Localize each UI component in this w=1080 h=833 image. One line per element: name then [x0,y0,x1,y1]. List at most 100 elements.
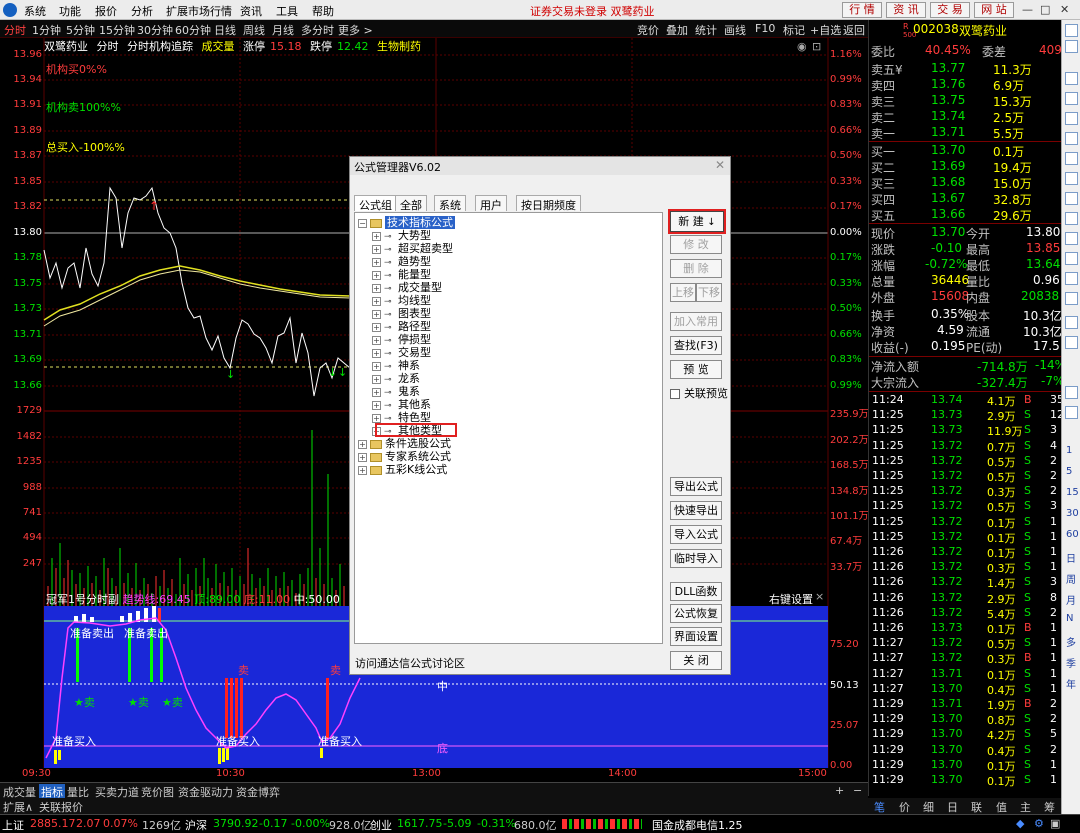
expand-icon[interactable]: + [372,231,381,241]
status-icon[interactable]: ▣ [1050,817,1060,830]
tree-item[interactable]: + ⊸ 趋势型 [372,255,431,268]
checkbox-icon[interactable] [670,389,680,399]
maximize-icon[interactable]: □ [1040,3,1050,16]
tree-item[interactable]: + ⊸ 其他系 [372,398,431,411]
menu-quote[interactable]: 报价 [95,3,117,19]
menu-ext-market[interactable]: 扩展市场行情 [166,3,232,19]
tree-item[interactable]: + ⊸ 成交量型 [372,281,442,294]
move-up-button[interactable]: 上移 [670,283,696,302]
chart-icon[interactable] [1065,112,1078,125]
strip-period[interactable]: 日 [1066,550,1076,565]
tab-formula-group[interactable]: 公式组 [354,195,397,212]
export-formula-button[interactable]: 导出公式 [670,477,722,496]
tab-day[interactable]: 日 [947,799,958,815]
expand-icon[interactable]: + [372,348,381,358]
tree-item[interactable]: + ⊸ 超买超卖型 [372,242,453,255]
expand-icon[interactable]: + [372,283,381,293]
tool-mark[interactable]: 标记 [783,22,805,38]
dialog-titlebar[interactable]: 公式管理器V6.02 [350,157,730,175]
tab-system[interactable]: 系统 [434,195,466,212]
tree-root[interactable]: − 技术指标公式 [358,216,455,229]
tab-main[interactable]: 主 [1020,799,1031,815]
tree-item[interactable]: + ⊸ 路径型 [372,320,431,333]
website-tab-button[interactable]: 网 站 [974,2,1014,18]
strip-period[interactable]: N [1066,613,1073,624]
related-quote-tab[interactable]: 关联报价 [39,799,83,815]
tree-item[interactable]: + ⊸ 能量型 [372,268,431,281]
delete-button[interactable]: 删 除 [670,259,722,278]
down-arrow-icon[interactable] [1065,40,1078,53]
tree-item[interactable]: + ⊸ 鬼系 [372,385,420,398]
expand-icon[interactable]: + [372,400,381,410]
toolbar-icon[interactable] [1065,92,1078,105]
grid-icon[interactable] [1065,152,1078,165]
menu-analysis[interactable]: 分析 [131,3,153,19]
tab-tick[interactable]: 笔 [874,799,885,815]
tab-link[interactable]: 联 [971,799,982,815]
ui-settings-button[interactable]: 界面设置 [670,627,722,646]
strip-period[interactable]: 季 [1066,655,1076,670]
toolbar-icon[interactable] [1065,72,1078,85]
chart-close-icon[interactable]: ⊡ [812,40,821,53]
tab-price[interactable]: 价 [899,799,910,815]
expand-icon[interactable]: + [372,309,381,319]
tree-group[interactable]: + 五彩K线公式 [358,463,447,476]
f5-icon[interactable] [1065,386,1078,399]
strip-period[interactable]: 月 [1066,592,1076,607]
remove-tab-icon[interactable]: − [853,784,862,797]
tab-all[interactable]: 全部 [395,195,427,212]
add-common-button[interactable]: 加入常用 [670,312,722,331]
expand-icon[interactable]: + [372,270,381,280]
chart-icon[interactable] [1065,316,1078,329]
status-icon[interactable]: ◆ [1016,817,1024,830]
edit-button[interactable]: 修 改 [670,235,722,254]
tool-stats[interactable]: 统计 [695,22,717,38]
expand-icon[interactable]: + [358,452,367,462]
expand-icon[interactable]: + [372,413,381,423]
tree-item[interactable]: + ⊸ 停损型 [372,333,431,346]
period-60min[interactable]: 60分钟 [175,22,211,38]
tool-f10[interactable]: F10 [755,22,775,35]
strip-period[interactable]: 周 [1066,571,1076,586]
period-month[interactable]: 月线 [272,22,294,38]
period-week[interactable]: 周线 [243,22,265,38]
refresh-icon[interactable] [1065,406,1078,419]
expand-button[interactable]: 扩展∧ [3,799,33,815]
expand-icon[interactable]: + [372,335,381,345]
linked-preview-checkbox[interactable]: 关联预览 [670,385,728,401]
expand-icon[interactable]: + [358,465,367,475]
tool-overlay[interactable]: 叠加 [666,22,688,38]
status-icon[interactable]: ⚙ [1034,817,1044,830]
dialog-close-button[interactable]: 关 闭 [670,651,722,670]
collapse-icon[interactable]: − [358,218,367,228]
chart-icon[interactable] [1065,212,1078,225]
forum-link[interactable]: 访问通达信公式讨论区 [355,655,465,671]
chart-icon[interactable] [1065,292,1078,305]
chart-icon[interactable] [1065,132,1078,145]
temp-import-button[interactable]: 临时导入 [670,549,722,568]
chart-icon[interactable] [1065,172,1078,185]
expand-icon[interactable]: + [372,296,381,306]
strip-period[interactable]: 年 [1066,676,1076,691]
right-click-settings[interactable]: 右键设置 [769,591,813,607]
grid-icon[interactable] [1065,192,1078,205]
tab-by-frequency[interactable]: 按日期频度 [516,195,581,212]
formula-tree[interactable]: − 技术指标公式 + ⊸ 大势型 + ⊸ 超买超卖型 + ⊸ 趋势型 + ⊸ 能量型 + ⊸ 成交量型… [354,212,663,644]
import-formula-button[interactable]: 导入公式 [670,525,722,544]
quote-tab-button[interactable]: 行 情 [842,2,882,18]
dll-function-button[interactable]: DLL函数 [670,582,722,601]
chart-icon[interactable] [1065,272,1078,285]
tree-item[interactable]: + ⊸ 交易型 [372,346,431,359]
period-multi[interactable]: 多分时 [301,22,334,38]
tick-list[interactable]: 11:24 13.74 4.1万 B 35 11:25 13.73 2.9万 S 12 11:25 1… [869,393,1064,788]
tree-item[interactable]: + ⊸ 龙系 [372,372,420,385]
menu-help[interactable]: 帮助 [312,3,334,19]
tool-back[interactable]: 返回 [843,22,865,38]
expand-icon[interactable]: + [372,361,381,371]
settings-circle-icon[interactable]: ◉ [797,40,807,53]
dialog-close-icon[interactable]: ✕ [715,158,725,172]
expand-icon[interactable]: + [372,374,381,384]
period-5min[interactable]: 5分钟 [66,22,95,38]
close-icon[interactable]: ✕ [1060,3,1069,16]
indicator-close-icon[interactable]: × [815,590,824,603]
